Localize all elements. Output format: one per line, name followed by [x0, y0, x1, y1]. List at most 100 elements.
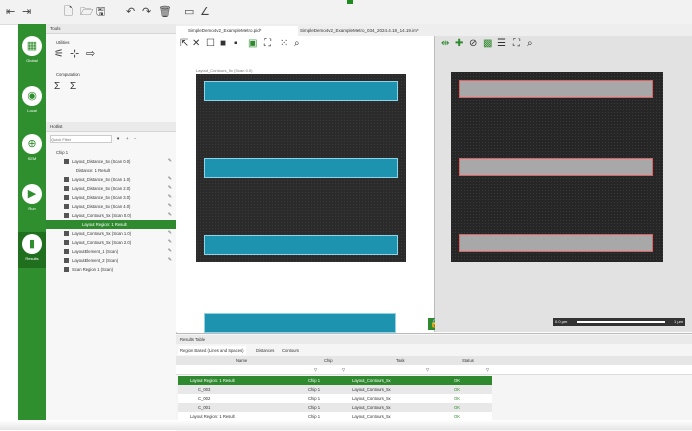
tab-region-based[interactable]: Region Based (Lines and Spaces): [178, 346, 246, 355]
tab-layout[interactable]: SimpleDemo4v2_ExampleMetro.pid*: [176, 26, 298, 36]
adjust-icon[interactable]: ☰: [497, 38, 506, 50]
scale-line: [577, 321, 665, 323]
tree-item[interactable]: Layout_Distance_5x (Scan 1.0) ✎: [46, 175, 176, 184]
fork-icon[interactable]: ⚟: [54, 49, 64, 60]
tree-item[interactable]: Layout_Contours_5x (Scan 0.0) ✎: [46, 211, 176, 220]
tree-item[interactable]: Layout_Contours_5x (Scan 2.0) ✎: [46, 238, 176, 247]
tree-item[interactable]: LayoutElement_1 (Scan) ✎: [46, 247, 176, 256]
local-icon[interactable]: ◉: [22, 86, 42, 106]
scatter-icon[interactable]: ⁙: [280, 38, 288, 50]
table-row[interactable]: C_003 Chip 1 Layout_Contours_5x OK: [178, 385, 492, 394]
new-file-icon[interactable]: 🗋: [64, 6, 73, 18]
contour-line-2[interactable]: [459, 158, 653, 176]
collapse-icon[interactable]: −: [134, 134, 136, 143]
main-toolbar: ⇤ ⇥ 🗋 🗁 🖫 ↶ ↷ 🗑 ▭ ∠: [0, 0, 692, 25]
tab-image[interactable]: SimpleDemo4v2_ExampleMetro_034_2024.4.18…: [288, 26, 480, 36]
layout-line-4[interactable]: [204, 313, 396, 333]
sem-image[interactable]: [451, 72, 663, 262]
zoom-icon[interactable]: ⌕: [294, 38, 300, 50]
undo-icon[interactable]: ↶: [126, 6, 135, 18]
filter-icon[interactable]: ▼: [116, 134, 120, 143]
edit-icon[interactable]: ✎: [168, 157, 172, 166]
edit-icon[interactable]: ✎: [168, 175, 172, 184]
table-row[interactable]: C_002 Chip 1 Layout_Contours_5x OK: [178, 394, 492, 403]
results-icon[interactable]: ▮: [22, 234, 42, 254]
column-name[interactable]: Name: [236, 356, 247, 365]
contour-line-1[interactable]: [459, 80, 653, 98]
add-point-icon[interactable]: ⊹: [70, 49, 79, 60]
tree-item[interactable]: Layout_Distance_5x (Scan 0.0) ✎: [46, 157, 176, 166]
edit-icon[interactable]: ✎: [168, 229, 172, 238]
tree-item[interactable]: Layout_Distance_5x (Scan 3.0) ✎: [46, 193, 176, 202]
delete-icon[interactable]: ✕: [192, 38, 200, 50]
filter-icon[interactable]: ▽: [426, 365, 429, 374]
open-folder-icon[interactable]: 🗁: [80, 6, 94, 18]
column-chip[interactable]: Chip: [324, 356, 333, 365]
tree-item-chip[interactable]: Chip 1: [46, 148, 176, 157]
trash-icon[interactable]: 🗑: [158, 6, 172, 18]
tree-item[interactable]: Distance: 1 Result: [46, 166, 176, 175]
redo-icon[interactable]: ↷: [142, 6, 151, 18]
eyedropper-icon[interactable]: ⊘: [469, 38, 477, 50]
filter-icon[interactable]: ▽: [314, 365, 317, 374]
grey-square-icon[interactable]: ▪: [234, 38, 238, 50]
cell-name: C_003: [198, 387, 211, 392]
image-view[interactable]: ⇹ ✚ ⊘ ▩ ☰ ⛶ ⌕ 0.0 µm 1 µm: [435, 36, 692, 332]
layout-line-1[interactable]: [204, 81, 398, 101]
sem-icon[interactable]: ⊕: [22, 134, 42, 154]
measure-icon[interactable]: ∠: [200, 6, 210, 18]
edit-icon[interactable]: ✎: [168, 256, 172, 265]
tab-contours[interactable]: Contours: [282, 346, 299, 355]
layout-line-3[interactable]: [204, 235, 398, 255]
quick-filter-input[interactable]: [50, 135, 112, 143]
fit-icon[interactable]: ⛶: [264, 38, 271, 50]
tree-item[interactable]: Layout_Contours_5x (Scan 1.0) ✎: [46, 229, 176, 238]
rectangle-icon[interactable]: ▭: [184, 6, 194, 18]
column-task[interactable]: Task: [396, 356, 405, 365]
sum-icon[interactable]: Σ: [54, 82, 60, 92]
crosshair-icon[interactable]: ✚: [455, 38, 463, 50]
edit-icon[interactable]: ✎: [168, 193, 172, 202]
column-status[interactable]: Status: [462, 356, 474, 365]
nav-forward-icon[interactable]: ⇥: [22, 6, 31, 18]
edit-icon[interactable]: ✎: [168, 202, 172, 211]
fit-view-icon[interactable]: ⛶: [513, 38, 520, 50]
save-icon[interactable]: 🖫: [96, 6, 105, 18]
zoom-view-icon[interactable]: ⌕: [527, 38, 533, 50]
tab-distances[interactable]: Distances: [256, 346, 274, 355]
play-icon[interactable]: ▶: [22, 184, 42, 204]
square-icon[interactable]: ☐: [206, 38, 215, 50]
filled-square-icon[interactable]: ■: [220, 38, 226, 50]
computation-group[interactable]: Computation: [46, 70, 176, 79]
table-row[interactable]: C_001 Chip 1 Layout_Contours_5x OK: [178, 403, 492, 412]
tree-item[interactable]: Layout_Distance_5x (Scan 4.0) ✎: [46, 202, 176, 211]
tree-item-label: Layout Region: 1 Result: [82, 222, 127, 227]
filter-icon[interactable]: ▽: [342, 365, 345, 374]
layers-icon[interactable]: ▣: [248, 38, 257, 50]
sum-alt-icon[interactable]: Σ: [70, 82, 76, 92]
cursor-icon[interactable]: ⇱: [180, 38, 188, 50]
tree-item[interactable]: LayoutElement_2 (Scan) ✎: [46, 256, 176, 265]
table-row[interactable]: Layout Region: 1 Result Chip 1 Layout_Co…: [178, 376, 492, 385]
contour-icon[interactable]: ▩: [483, 38, 492, 50]
nav-back-icon[interactable]: ⇤: [6, 6, 15, 18]
utilities-label: Utilities: [56, 40, 70, 45]
contour-line-3[interactable]: [459, 234, 653, 252]
layout-view[interactable]: ⇱ ✕ ☐ ■ ▪ ▣ ⛶ ⁙ ⌕ Layout_Contours_5x (Sc…: [176, 36, 442, 333]
edit-icon[interactable]: ✎: [168, 211, 172, 220]
tree-item[interactable]: Layout_Distance_5x (Scan 2.0) ✎: [46, 184, 176, 193]
edit-icon[interactable]: ✎: [168, 247, 172, 256]
utilities-group[interactable]: Utilities: [46, 38, 176, 47]
expand-icon[interactable]: +: [126, 134, 128, 143]
export-icon[interactable]: ⇨: [86, 49, 95, 60]
tree-item[interactable]: Scan Region 1 (Scan): [46, 265, 176, 274]
grid-icon[interactable]: ▦: [22, 36, 42, 56]
edit-icon[interactable]: ✎: [168, 184, 172, 193]
layout-canvas[interactable]: [196, 74, 406, 262]
layout-line-2[interactable]: [204, 158, 398, 178]
filter-icon[interactable]: ▽: [486, 365, 489, 374]
tree-item-selected[interactable]: Layout Region: 1 Result: [46, 220, 176, 229]
edit-icon[interactable]: ✎: [168, 238, 172, 247]
measure-tool-icon[interactable]: ⇹: [441, 38, 449, 50]
scale-bar: 0.0 µm 1 µm: [553, 318, 685, 326]
